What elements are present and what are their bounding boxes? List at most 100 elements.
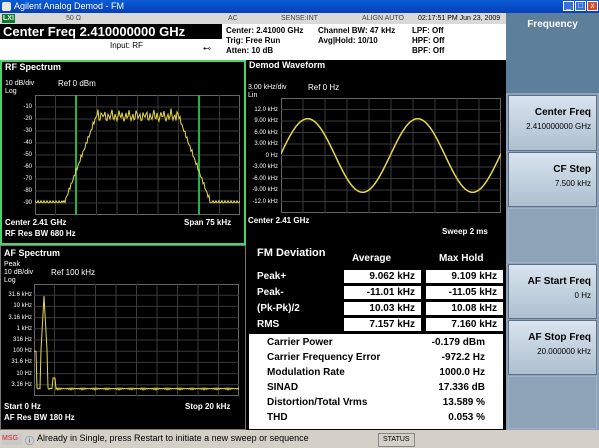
demod-waveform-plot xyxy=(281,98,501,213)
minimize-button[interactable]: _ xyxy=(563,1,574,11)
y-tick-label: 3.16 kHz xyxy=(8,314,32,321)
metric-label: Modulation Rate xyxy=(267,367,345,378)
rf-spectrum-title: RF Spectrum xyxy=(5,62,62,72)
demod-center: Center 2.41 GHz xyxy=(248,216,310,225)
y-tick-label: 9.00 kHz xyxy=(254,118,278,124)
metric-value: -972.2 Hz xyxy=(441,352,485,363)
demod-ref: Ref 0 Hz xyxy=(308,83,340,92)
softkey-panel: Frequency Center Freq 2.410000000 GHz CF… xyxy=(506,13,599,430)
empty-softkey xyxy=(508,376,597,429)
metric-value: 13.589 % xyxy=(442,397,485,408)
close-button[interactable]: x xyxy=(587,1,598,11)
coupling-status: AC xyxy=(228,15,238,22)
metric-label: Distortion/Total Vrms xyxy=(267,397,368,408)
rf-ref-level: Ref 0 dBm xyxy=(58,79,96,88)
demod-title: Demod Waveform xyxy=(249,60,326,70)
metric-label: THD xyxy=(267,412,288,423)
softkey-value: 7.500 kHz xyxy=(554,179,591,188)
hpf-setting: HPF: Off xyxy=(412,36,445,45)
app-logo-icon xyxy=(2,2,11,11)
sense-status: SENSE:INT xyxy=(281,15,318,22)
lpf-setting: LPF: Off xyxy=(412,26,444,35)
lxi-badge: LXI xyxy=(2,14,15,23)
y-tick-label: -6.00 kHz xyxy=(252,175,278,182)
af-res-bw: AF Res BW 180 Hz xyxy=(4,413,75,422)
instrument-status-row: LXI 50 Ω AC SENSE:INT ALIGN AUTO 02:17:5… xyxy=(0,13,506,24)
metric-label: Carrier Power xyxy=(267,337,333,348)
status-button[interactable]: STATUS xyxy=(378,433,415,447)
avg-hold-setting: Avg|Hold: 10/10 xyxy=(318,36,378,45)
metric-value: 17.336 dB xyxy=(438,382,485,393)
y-tick-label: 10 kHz xyxy=(13,303,32,310)
softkey-label: Center Freq xyxy=(534,107,591,118)
af-start-freq-softkey[interactable]: AF Start Freq 0 Hz xyxy=(508,264,597,319)
col-average: Average xyxy=(352,253,392,264)
af-spectrum-window[interactable]: AF Spectrum Peak 10 dB/div Log Ref 100 k… xyxy=(0,245,246,430)
avg-value: 9.062 kHz xyxy=(344,270,421,283)
cf-step-softkey[interactable]: CF Step 7.500 kHz xyxy=(508,152,597,207)
center-freq-display[interactable]: Center Freq 2.410000000 GHz xyxy=(0,24,222,39)
rf-spectrum-window[interactable]: RF Spectrum 10 dB/div Log Ref 0 dBm -10-… xyxy=(0,60,246,245)
fm-deviation-title: FM Deviation xyxy=(257,247,326,259)
y-tick-label: -60 xyxy=(23,164,32,170)
y-tick-label: 3.16 Hz xyxy=(11,381,32,388)
y-tick-label: 31.6 kHz xyxy=(8,292,32,299)
metric-value: 1000.0 Hz xyxy=(439,367,485,378)
max-value: 10.08 kHz xyxy=(426,302,503,315)
metric-value: 0.053 % xyxy=(448,412,485,423)
center-freq-softkey[interactable]: Center Freq 2.410000000 GHz xyxy=(508,95,597,151)
max-value: -11.05 kHz xyxy=(426,286,503,299)
y-tick-label: -20 xyxy=(23,116,32,122)
y-tick-label: 0 Hz xyxy=(265,152,278,159)
af-stop-freq-softkey[interactable]: AF Stop Freq 20.000000 kHz xyxy=(508,320,597,375)
atten-setting: Atten: 10 dB xyxy=(226,46,274,55)
softkey-label: CF Step xyxy=(553,164,591,175)
msg-label: MSG xyxy=(2,433,22,445)
trigger-setting: Trig: Free Run xyxy=(226,36,281,45)
max-value: 7.160 kHz xyxy=(426,318,503,331)
y-tick-label: 12.0 kHz xyxy=(254,106,278,113)
softkey-value: 20.000000 kHz xyxy=(537,347,591,356)
af-spectrum-plot xyxy=(34,284,239,396)
align-status: ALIGN AUTO xyxy=(362,15,404,22)
y-tick-label: -3.00 kHz xyxy=(252,164,278,170)
y-tick-label: -30 xyxy=(23,128,32,134)
input-arrow-icon: ⊷ xyxy=(203,44,211,53)
maximize-button[interactable]: □ xyxy=(575,1,586,11)
y-tick-label: 1 kHz xyxy=(16,325,32,332)
demod-waveform-window[interactable]: Demod Waveform 3.00 kHz/div Lin Ref 0 Hz… xyxy=(246,60,506,245)
fm-deviation-table: FM Deviation Average Max Hold Peak+ 9.06… xyxy=(247,245,505,332)
row-label: (Pk-Pk)/2 xyxy=(257,303,300,314)
af-title: AF Spectrum xyxy=(4,248,61,258)
avg-value: 10.03 kHz xyxy=(344,302,421,315)
rf-spectrum-plot xyxy=(35,95,240,215)
y-tick-label: -50 xyxy=(23,152,32,158)
softkey-menu-title: Frequency xyxy=(506,13,599,93)
y-tick-label: -80 xyxy=(23,188,32,194)
title-bar: Agilent Analog Demod - FM _ □ x xyxy=(0,0,599,13)
y-tick-label: 31.6 Hz xyxy=(11,359,32,366)
softkey-label: AF Stop Freq xyxy=(528,332,591,343)
empty-softkey xyxy=(508,208,597,263)
metric-label: SINAD xyxy=(267,382,299,393)
y-tick-label: 316 Hz xyxy=(12,337,32,343)
status-message: Already in Single, press Restart to init… xyxy=(37,433,309,443)
y-tick-label: -90 xyxy=(23,200,32,206)
rf-res-bw: RF Res BW 680 Hz xyxy=(5,229,76,238)
center-setting: Center: 2.41000 GHz xyxy=(226,26,304,35)
metric-value: -0.179 dBm xyxy=(431,337,485,348)
max-value: 9.109 kHz xyxy=(426,270,503,283)
y-tick-label: -12.0 kHz xyxy=(252,198,278,205)
fm-results-window[interactable]: FM Deviation Average Max Hold Peak+ 9.06… xyxy=(247,245,505,430)
rf-center: Center 2.41 GHz xyxy=(5,218,67,227)
af-stop: Stop 20 kHz xyxy=(185,402,231,411)
demod-scale-type: Lin xyxy=(248,92,258,99)
y-tick-label: 10 Hz xyxy=(16,370,32,377)
row-label: Peak- xyxy=(257,287,284,298)
y-tick-label: 3.00 kHz xyxy=(254,141,278,147)
y-tick-label: -10 xyxy=(23,104,32,110)
bpf-setting: BPF: Off xyxy=(412,46,445,55)
y-tick-label: -9.00 kHz xyxy=(252,187,278,193)
metric-label: Carrier Frequency Error xyxy=(267,352,381,363)
col-max-hold: Max Hold xyxy=(439,253,484,264)
